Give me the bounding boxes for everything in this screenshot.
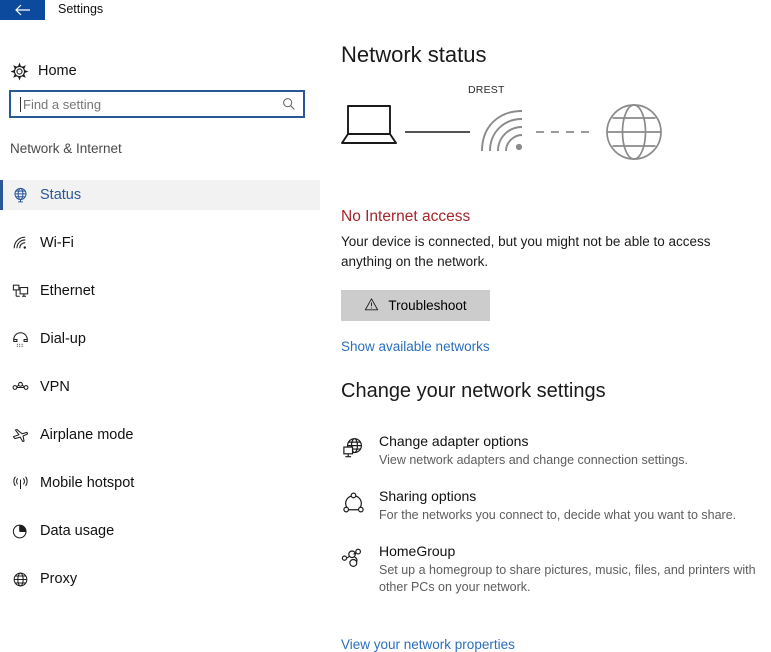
sidebar-item-proxy[interactable]: Proxy [0, 564, 320, 594]
sidebar-item-wifi-label: Wi-Fi [40, 235, 74, 251]
laptop-icon [341, 105, 397, 144]
sidebar-item-mobile-hotspot[interactable]: Mobile hotspot [0, 468, 320, 498]
sidebar-nav-list: Status Wi-Fi Ethernet Dial-up VPN Airpla… [0, 180, 320, 612]
setting-description: View network adapters and change connect… [379, 453, 688, 467]
sidebar-item-status[interactable]: Status [0, 180, 320, 210]
selection-accent-bar [0, 180, 3, 210]
setting-change-adapter-options[interactable]: Change adapter options View network adap… [341, 432, 766, 469]
section-title: Change your network settings [341, 380, 606, 402]
setting-description: Set up a homegroup to share pictures, mu… [379, 563, 756, 594]
sidebar-item-data-usage-label: Data usage [40, 523, 115, 539]
status-headline: No Internet access [341, 208, 471, 225]
selection-accent-bar [0, 516, 3, 546]
search-box[interactable] [9, 90, 305, 118]
back-button[interactable] [0, 0, 45, 20]
wifi-signal-icon [481, 110, 523, 152]
search-icon[interactable] [275, 97, 303, 111]
sidebar-item-airplane-mode[interactable]: Airplane mode [0, 420, 320, 450]
search-input[interactable] [21, 93, 275, 115]
app-title: Settings [58, 2, 104, 16]
selection-accent-bar [0, 276, 3, 306]
selection-accent-bar [0, 420, 3, 450]
sidebar: Home Network & Internet [0, 22, 320, 635]
sidebar-item-vpn[interactable]: VPN [0, 372, 320, 402]
sidebar-item-airplane-mode-label: Airplane mode [40, 427, 134, 443]
show-available-networks-link[interactable]: Show available networks [341, 339, 490, 354]
setting-title: HomeGroup [379, 543, 456, 559]
sidebar-item-status-label: Status [40, 187, 82, 203]
network-adapter-icon [341, 432, 379, 461]
globe-icon [0, 186, 40, 205]
wifi-icon [0, 234, 40, 253]
sidebar-item-home-label: Home [38, 63, 77, 79]
setting-description: For the networks you connect to, decide … [379, 508, 737, 522]
sidebar-item-wifi[interactable]: Wi-Fi [0, 228, 320, 258]
hotspot-icon [0, 474, 40, 493]
back-arrow-icon [0, 4, 45, 16]
page-title: Network status [341, 42, 487, 67]
network-name-label: DREST [468, 84, 505, 96]
setting-sharing-options[interactable]: Sharing options For the networks you con… [341, 487, 766, 524]
homegroup-icon [341, 542, 379, 571]
selection-accent-bar [0, 228, 3, 258]
main-content: Network status DREST No Internet access … [320, 22, 771, 652]
sidebar-item-ethernet-label: Ethernet [40, 283, 95, 299]
sidebar-item-vpn-label: VPN [40, 379, 70, 395]
vpn-icon [0, 378, 40, 397]
selection-accent-bar [0, 468, 3, 498]
sidebar-item-home[interactable]: Home [0, 56, 300, 86]
status-description: Your device is connected, but you might … [341, 234, 711, 269]
network-settings-list: Change adapter options View network adap… [341, 432, 766, 614]
troubleshoot-button-label: Troubleshoot [388, 298, 467, 313]
gear-icon [0, 62, 38, 81]
sidebar-item-data-usage[interactable]: Data usage [0, 516, 320, 546]
sidebar-item-ethernet[interactable]: Ethernet [0, 276, 320, 306]
sidebar-item-dialup-label: Dial-up [40, 331, 86, 347]
wifi-dot [515, 143, 523, 151]
selection-accent-bar [0, 372, 3, 402]
view-network-properties-link[interactable]: View your network properties [341, 637, 515, 652]
setting-text-block: HomeGroup Set up a homegroup to share pi… [379, 542, 766, 596]
selection-accent-bar [0, 564, 3, 594]
sidebar-item-proxy-label: Proxy [40, 571, 78, 587]
troubleshoot-button[interactable]: Troubleshoot [341, 290, 490, 321]
sidebar-category-title: Network & Internet [10, 141, 122, 156]
setting-title: Sharing options [379, 488, 477, 504]
sharing-icon [341, 487, 379, 516]
setting-text-block: Sharing options For the networks you con… [379, 487, 766, 524]
setting-title: Change adapter options [379, 433, 529, 449]
sidebar-item-dialup[interactable]: Dial-up [0, 324, 320, 354]
sidebar-item-mobile-hotspot-label: Mobile hotspot [40, 475, 135, 491]
warning-triangle-icon [364, 297, 379, 315]
selection-accent-bar [0, 324, 3, 354]
airplane-icon [0, 426, 40, 445]
title-bar: Settings [0, 0, 771, 22]
dialup-icon [0, 330, 40, 349]
setting-text-block: Change adapter options View network adap… [379, 432, 766, 469]
pie-chart-icon [0, 522, 40, 541]
network-diagram [338, 94, 678, 169]
globe-icon [606, 104, 662, 160]
globe-icon [0, 570, 40, 589]
ethernet-icon [0, 282, 40, 301]
setting-homegroup[interactable]: HomeGroup Set up a homegroup to share pi… [341, 542, 766, 596]
